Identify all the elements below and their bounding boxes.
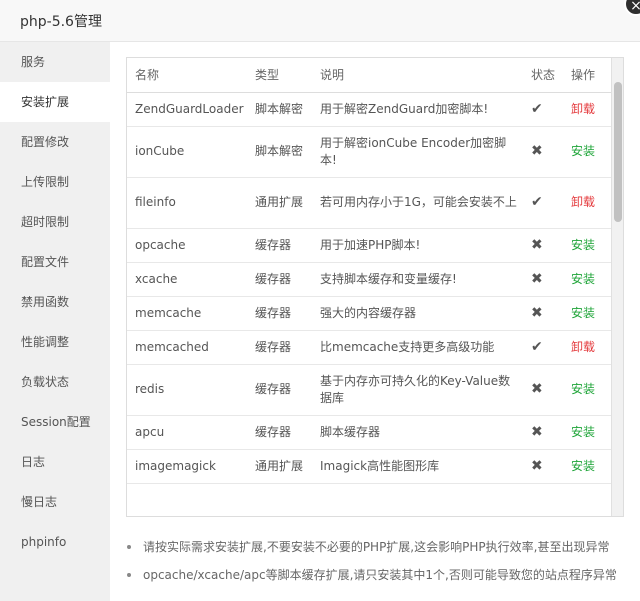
sidebar-item-session-config[interactable]: Session配置 [0, 402, 110, 442]
ext-type: 脚本解密 [247, 126, 312, 178]
ext-desc: 用于解密ZendGuard加密脚本! [312, 92, 523, 127]
ext-name: apcu [127, 415, 247, 450]
sidebar-menu: 服务 安装扩展 配置修改 上传限制 超时限制 配置文件 禁用函数 性能调整 负载… [0, 42, 110, 601]
check-icon: ✔ [523, 177, 563, 229]
table-row: ionCube 脚本解密 用于解密ionCube Encoder加密脚本! ✖ … [127, 126, 613, 178]
table-row: redis 缓存器 基于内存亦可持久化的Key-Value数据库 ✖ 安装 [127, 364, 613, 416]
ext-name: ionCube [127, 126, 247, 178]
uninstall-link[interactable]: 卸载 [563, 92, 613, 127]
table-row: memcached 缓存器 比memcache支持更多高级功能 ✔ 卸载 [127, 330, 613, 365]
dialog-title: php-5.6管理 [20, 14, 102, 30]
cross-icon: ✖ [523, 415, 563, 450]
header-name: 名称 [127, 58, 247, 93]
check-icon: ✔ [523, 92, 563, 127]
cross-icon: ✖ [523, 126, 563, 178]
ext-type: 脚本解密 [247, 92, 312, 127]
ext-type: 缓存器 [247, 228, 312, 263]
header-action: 操作 [563, 58, 613, 93]
ext-type: 缓存器 [247, 296, 312, 331]
table-row: imagemagick 通用扩展 Imagick高性能图形库 ✖ 安装 [127, 449, 613, 484]
ext-type: 缓存器 [247, 364, 312, 416]
header-status: 状态 [523, 58, 563, 93]
extensions-table: 名称 类型 说明 状态 操作 ZendGuardLoader 脚本解密 用于解密… [127, 58, 613, 484]
tips-list: 请按实际需求安装扩展,不要安装不必要的PHP扩展,这会影响PHP执行效率,甚至出… [126, 538, 631, 594]
ext-desc: 支持脚本缓存和变量缓存! [312, 262, 523, 297]
ext-desc: 用于加速PHP脚本! [312, 228, 523, 263]
ext-name: ZendGuardLoader [127, 92, 247, 127]
php-manager-dialog: php-5.6管理 × 服务 安装扩展 配置修改 上传限制 超时限制 配置文件 … [0, 0, 640, 601]
cross-icon: ✖ [523, 449, 563, 484]
check-icon: ✔ [523, 330, 563, 365]
install-link[interactable]: 安装 [563, 228, 613, 263]
install-link[interactable]: 安装 [563, 449, 613, 484]
sidebar-item-config-edit[interactable]: 配置修改 [0, 122, 110, 162]
ext-name: memcached [127, 330, 247, 365]
cross-icon: ✖ [523, 228, 563, 263]
ext-type: 缓存器 [247, 262, 312, 297]
header-desc: 说明 [312, 58, 523, 93]
uninstall-link[interactable]: 卸载 [563, 177, 613, 229]
sidebar-item-load-status[interactable]: 负载状态 [0, 362, 110, 402]
ext-name: imagemagick [127, 449, 247, 484]
tip-item: 请按实际需求安装扩展,不要安装不必要的PHP扩展,这会影响PHP执行效率,甚至出… [126, 538, 631, 566]
scrollbar-thumb[interactable] [614, 82, 622, 222]
extensions-table-container: 名称 类型 说明 状态 操作 ZendGuardLoader 脚本解密 用于解密… [126, 57, 624, 517]
cross-icon: ✖ [523, 364, 563, 416]
sidebar-item-install-extensions[interactable]: 安装扩展 [0, 82, 110, 122]
ext-desc: 基于内存亦可持久化的Key-Value数据库 [312, 364, 523, 416]
tip-item: opcache/xcache/apc等脚本缓存扩展,请只安装其中1个,否则可能导… [126, 566, 631, 594]
uninstall-link[interactable]: 卸载 [563, 330, 613, 365]
table-row: xcache 缓存器 支持脚本缓存和变量缓存! ✖ 安装 [127, 262, 613, 297]
sidebar-item-timeout-limit[interactable]: 超时限制 [0, 202, 110, 242]
table-row: ZendGuardLoader 脚本解密 用于解密ZendGuard加密脚本! … [127, 92, 613, 127]
ext-name: memcache [127, 296, 247, 331]
cross-icon: ✖ [523, 296, 563, 331]
ext-desc: 用于解密ionCube Encoder加密脚本! [312, 126, 523, 178]
ext-desc: 若可用内存小于1G，可能会安装不上 [312, 177, 523, 229]
sidebar-item-disabled-functions[interactable]: 禁用函数 [0, 282, 110, 322]
sidebar-item-service[interactable]: 服务 [0, 42, 110, 82]
sidebar-item-phpinfo[interactable]: phpinfo [0, 522, 110, 562]
ext-name: opcache [127, 228, 247, 263]
install-link[interactable]: 安装 [563, 364, 613, 416]
header-type: 类型 [247, 58, 312, 93]
sidebar-item-config-file[interactable]: 配置文件 [0, 242, 110, 282]
ext-name: fileinfo [127, 177, 247, 229]
ext-desc: 脚本缓存器 [312, 415, 523, 450]
install-link[interactable]: 安装 [563, 262, 613, 297]
sidebar-item-log[interactable]: 日志 [0, 442, 110, 482]
ext-desc: 强大的内容缓存器 [312, 296, 523, 331]
table-row: opcache 缓存器 用于加速PHP脚本! ✖ 安装 [127, 228, 613, 263]
ext-type: 缓存器 [247, 415, 312, 450]
cross-icon: ✖ [523, 262, 563, 297]
table-row: apcu 缓存器 脚本缓存器 ✖ 安装 [127, 415, 613, 450]
ext-type: 缓存器 [247, 330, 312, 365]
table-scrollbar[interactable] [611, 58, 623, 516]
table-row: memcache 缓存器 强大的内容缓存器 ✖ 安装 [127, 296, 613, 331]
install-link[interactable]: 安装 [563, 296, 613, 331]
sidebar-item-slow-log[interactable]: 慢日志 [0, 482, 110, 522]
table-row: fileinfo 通用扩展 若可用内存小于1G，可能会安装不上 ✔ 卸载 [127, 177, 613, 229]
install-link[interactable]: 安装 [563, 126, 613, 178]
install-link[interactable]: 安装 [563, 415, 613, 450]
ext-type: 通用扩展 [247, 449, 312, 484]
ext-name: xcache [127, 262, 247, 297]
sidebar-item-performance[interactable]: 性能调整 [0, 322, 110, 362]
ext-desc: 比memcache支持更多高级功能 [312, 330, 523, 365]
sidebar-item-upload-limit[interactable]: 上传限制 [0, 162, 110, 202]
dialog-titlebar: php-5.6管理 [0, 0, 640, 42]
ext-name: redis [127, 364, 247, 416]
ext-type: 通用扩展 [247, 177, 312, 229]
main-panel: 名称 类型 说明 状态 操作 ZendGuardLoader 脚本解密 用于解密… [110, 42, 640, 601]
ext-desc: Imagick高性能图形库 [312, 449, 523, 484]
